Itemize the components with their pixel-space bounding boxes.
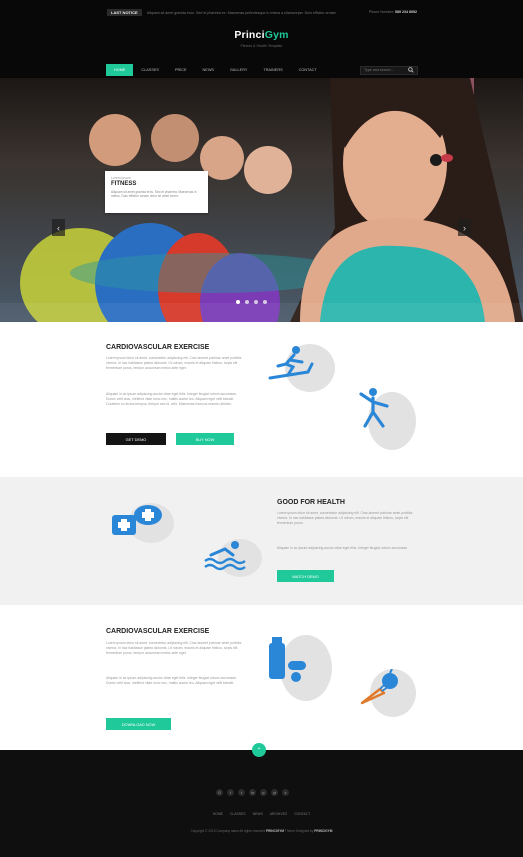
fruit-icon	[360, 669, 398, 705]
copyright-brand[interactable]: PRINCIGYM	[266, 829, 284, 833]
slide-dot[interactable]	[236, 300, 240, 304]
stretching-icon	[359, 388, 389, 428]
search-input[interactable]	[364, 68, 408, 72]
hero-caption-text: Aliquam sit amet gravida eros. Sed et ph…	[111, 190, 197, 199]
section-title: CARDIOVASCULAR EXERCISE	[106, 344, 210, 351]
hero-caption-title: FITNESS	[111, 181, 137, 187]
section-cardio-1: CARDIOVASCULAR EXERCISE Lorem ipsum dolo…	[0, 322, 523, 477]
notice-label: LAST NOTICE	[107, 9, 142, 16]
section-title: GOOD FOR HEALTH	[277, 499, 345, 506]
youtube-icon[interactable]: yt	[271, 789, 278, 796]
section-text: Aliquam in ac ipsum adipiscing auctor vi…	[277, 546, 408, 550]
hero-image	[0, 78, 523, 322]
nav-item-trainers[interactable]: TRAINERS	[255, 64, 290, 76]
chevron-up-icon: ⌃	[256, 747, 262, 754]
copyright: Copyright © 2015 Company name All rights…	[0, 829, 523, 833]
logo-text-gym: Gym	[264, 29, 289, 41]
twitter-icon[interactable]: t	[238, 789, 245, 796]
site-logo[interactable]: PrinciGym	[0, 29, 523, 41]
copyright-mid: Theme Designed by	[284, 829, 314, 833]
nav-item-gallery[interactable]: GALLERY	[222, 64, 255, 76]
google-plus-icon[interactable]: G	[216, 789, 223, 796]
notice-text[interactable]: Aliquam sit amet gravida eros. Sed et ph…	[147, 11, 336, 15]
section-text: Lorem ipsum dolor sit amet, consectetur …	[277, 511, 413, 526]
logo-text-princi: Princi	[234, 29, 265, 41]
slide-dot[interactable]	[254, 300, 258, 304]
site-tagline: Fitness & Health Template	[240, 44, 283, 48]
nav-item-contact[interactable]: CONTACT	[291, 64, 325, 76]
get-demo-button[interactable]: GET DEMO	[106, 433, 166, 445]
hero-caption-kicker: Lorem ipsum	[111, 176, 131, 180]
section-text: Aliquam in ac ipsum adipiscing auctor vi…	[106, 676, 237, 686]
footer-link-news[interactable]: NEWS	[253, 812, 263, 816]
hero-pagination	[236, 300, 267, 304]
main-nav: HOME CLASSES PRICE NEWS GALLERY TRAINERS…	[106, 64, 418, 76]
copyright-designer[interactable]: PRINCIGYM	[314, 829, 332, 833]
phone-info: Phone Number: 589 234 8952	[369, 10, 417, 14]
site-footer	[0, 750, 523, 857]
section-text: Lorem ipsum dolor sit amet, consectetur …	[106, 641, 242, 656]
section-title: CARDIOVASCULAR EXERCISE	[106, 628, 210, 635]
social-links: G f t in p yt v	[216, 789, 289, 796]
section-text: Lorem ipsum dolor sit amet, consectetur …	[106, 356, 242, 371]
nav-item-price[interactable]: PRICE	[167, 64, 195, 76]
footer-nav: HOME CLASSES NEWS ARCHIVES CONTACT	[0, 812, 523, 816]
slide-dot[interactable]	[263, 300, 267, 304]
phone-number[interactable]: 589 234 8952	[395, 10, 417, 14]
footer-link-contact[interactable]: CONTACT	[294, 812, 310, 816]
supplements-icon	[269, 637, 306, 682]
search-icon[interactable]	[408, 67, 414, 73]
page: LAST NOTICE Aliquam sit amet gravida ero…	[0, 0, 523, 857]
copyright-text: Copyright © 2015 Company name All rights…	[190, 829, 266, 833]
first-aid-icon	[112, 505, 162, 535]
facebook-icon[interactable]: f	[227, 789, 234, 796]
section-text: Aliquam in ac ipsum adipiscing auctor vi…	[106, 392, 237, 407]
slide-dot[interactable]	[245, 300, 249, 304]
buy-now-button[interactable]: BUY NOW	[176, 433, 234, 445]
treadmill-icon	[268, 346, 314, 380]
footer-link-archives[interactable]: ARCHIVES	[270, 812, 287, 816]
linkedin-icon[interactable]: in	[249, 789, 256, 796]
download-now-button[interactable]: DOWNLOAD NOW	[106, 718, 171, 730]
chevron-left-icon: ‹	[57, 222, 60, 233]
nav-item-news[interactable]: NEWS	[195, 64, 222, 76]
footer-link-classes[interactable]: CLASSES	[230, 812, 246, 816]
phone-label: Phone Number:	[368, 10, 395, 14]
hero-prev-arrow[interactable]: ‹	[52, 219, 65, 236]
footer-link-home[interactable]: HOME	[213, 812, 223, 816]
watch-demo-button[interactable]: WATCH DEMO	[277, 570, 334, 582]
back-to-top-button[interactable]: ⌃	[252, 743, 266, 757]
nav-item-classes[interactable]: CLASSES	[133, 64, 167, 76]
chevron-right-icon: ›	[463, 222, 466, 233]
nav-search	[360, 65, 418, 75]
hero-slider: ‹ ›	[0, 78, 523, 322]
hero-caption-card: Lorem ipsum FITNESS Aliquam sit amet gra…	[105, 171, 208, 213]
pinterest-icon[interactable]: p	[260, 789, 267, 796]
section-cardio-2: CARDIOVASCULAR EXERCISE Lorem ipsum dolo…	[0, 605, 523, 750]
vimeo-icon[interactable]: v	[282, 789, 289, 796]
nav-item-home[interactable]: HOME	[106, 64, 134, 76]
section-health: GOOD FOR HEALTH Lorem ipsum dolor sit am…	[0, 477, 523, 605]
site-header: LAST NOTICE Aliquam sit amet gravida ero…	[0, 0, 523, 78]
hero-next-arrow[interactable]: ›	[458, 219, 471, 236]
swimming-icon	[204, 541, 246, 571]
